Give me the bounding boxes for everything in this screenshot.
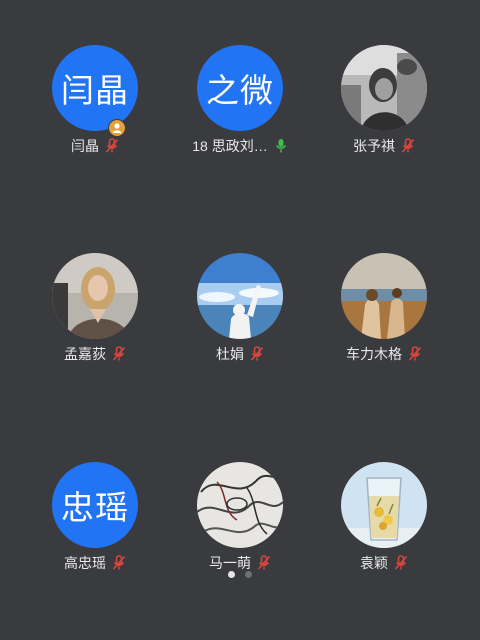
participant-name-row: 张予祺 <box>309 136 459 156</box>
participant-name-row: 闫晶 <box>20 136 170 156</box>
avatar-photo <box>341 253 427 339</box>
mic-muted-icon <box>250 346 264 362</box>
host-badge-icon <box>108 119 126 137</box>
participant-tile[interactable]: 忠瑶 高忠瑶 <box>20 462 170 582</box>
participant-tile[interactable]: 杜娟 <box>165 253 315 373</box>
participant-name: 孟嘉荻 <box>64 346 106 362</box>
participant-tile[interactable]: 孟嘉荻 <box>20 253 170 373</box>
page-dot-1[interactable] <box>228 571 235 578</box>
participant-name-row: 马一萌 <box>165 553 315 573</box>
page-indicator[interactable] <box>0 571 480 578</box>
participant-name: 袁颖 <box>360 555 388 571</box>
participant-tile[interactable]: 张予祺 <box>309 45 459 165</box>
participant-tile[interactable]: 马一萌 <box>165 462 315 582</box>
meeting-participant-grid: 闫晶 闫晶 之微 18 思政刘… 张予祺 孟嘉荻 杜娟 车力木格 忠瑶 高忠瑶 … <box>0 0 480 640</box>
participant-name: 高忠瑶 <box>64 555 106 571</box>
mic-muted-icon <box>112 555 126 571</box>
participant-tile[interactable]: 车力木格 <box>309 253 459 373</box>
mic-muted-icon <box>408 346 422 362</box>
avatar-photo <box>197 462 283 548</box>
mic-muted-icon <box>257 555 271 571</box>
participant-name: 车力木格 <box>346 346 402 362</box>
mic-muted-icon <box>401 138 415 154</box>
page-dot-2[interactable] <box>245 571 252 578</box>
participant-name-row: 杜娟 <box>165 344 315 364</box>
participant-name: 马一萌 <box>209 555 251 571</box>
participant-name-row: 18 思政刘… <box>165 136 315 156</box>
mic-muted-icon <box>394 555 408 571</box>
avatar-photo <box>197 253 283 339</box>
participant-name: 张予祺 <box>353 138 395 154</box>
avatar: 闫晶 <box>52 45 138 131</box>
participant-name: 闫晶 <box>71 138 99 154</box>
participant-name-row: 车力木格 <box>309 344 459 364</box>
avatar: 忠瑶 <box>52 462 138 548</box>
avatar: 之微 <box>197 45 283 131</box>
participant-tile[interactable]: 袁颖 <box>309 462 459 582</box>
participant-tile[interactable]: 之微 18 思政刘… <box>165 45 315 165</box>
mic-muted-icon <box>112 346 126 362</box>
avatar-photo <box>52 253 138 339</box>
participant-tile[interactable]: 闫晶 闫晶 <box>20 45 170 165</box>
avatar-photo <box>341 45 427 131</box>
avatar-photo <box>341 462 427 548</box>
mic-muted-icon <box>105 138 119 154</box>
mic-active-icon <box>274 138 288 154</box>
participant-name-row: 孟嘉荻 <box>20 344 170 364</box>
participant-name: 杜娟 <box>216 346 244 362</box>
participant-name: 18 思政刘… <box>192 138 268 154</box>
participant-name-row: 袁颖 <box>309 553 459 573</box>
participant-name-row: 高忠瑶 <box>20 553 170 573</box>
